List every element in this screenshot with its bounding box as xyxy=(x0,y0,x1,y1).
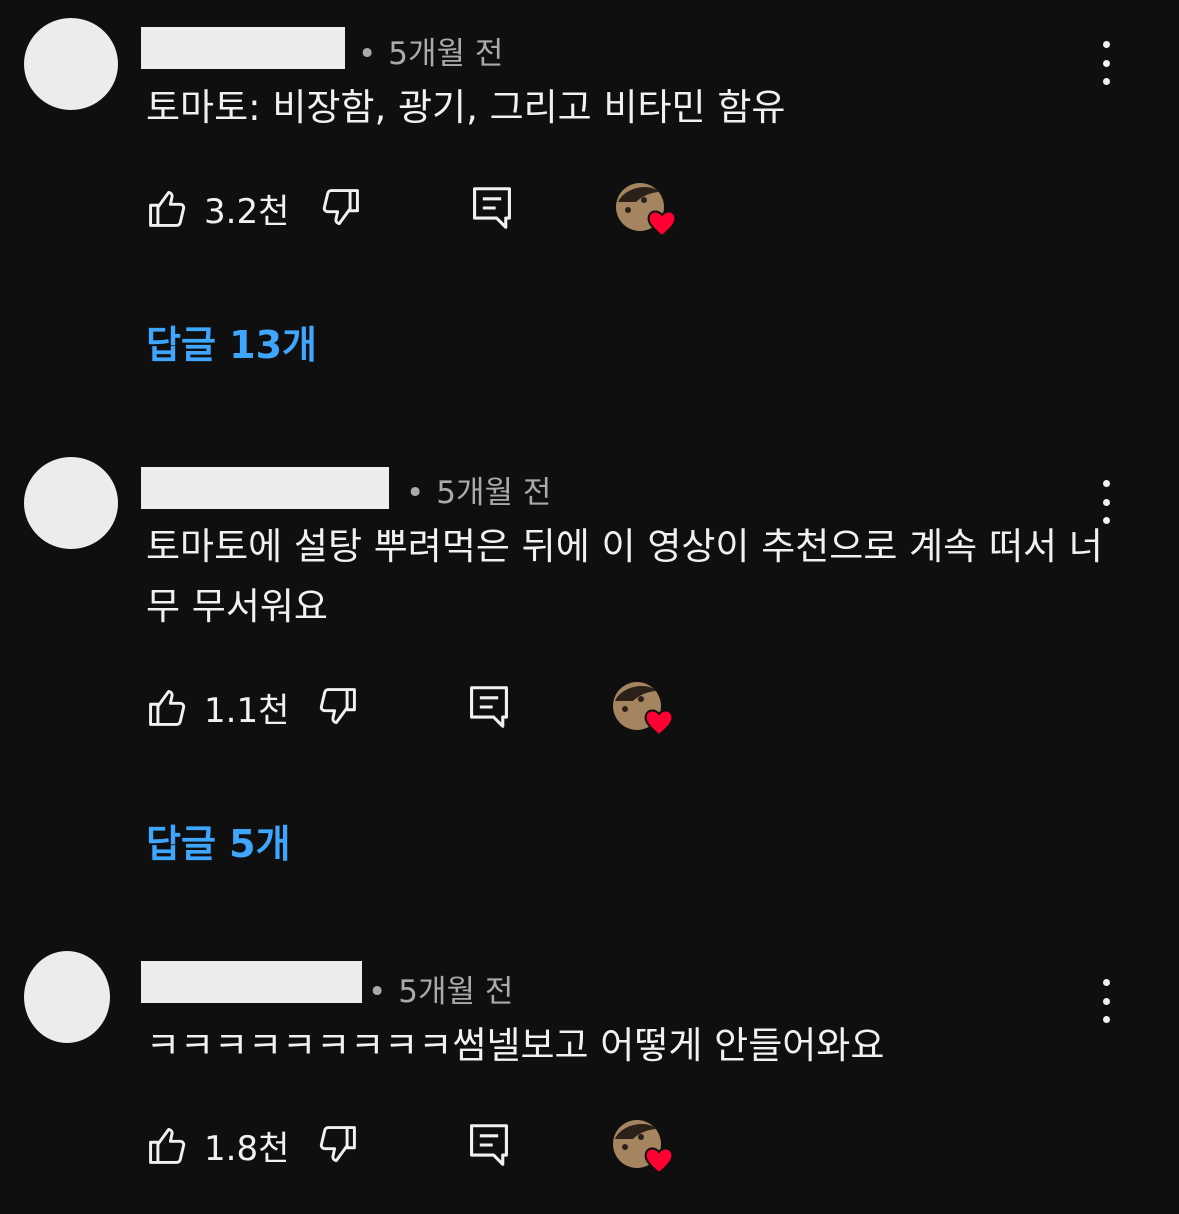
author-name-redacted[interactable] xyxy=(141,27,345,69)
avatar[interactable] xyxy=(24,18,118,110)
author-name-redacted[interactable] xyxy=(141,467,389,509)
thumbs-down-icon xyxy=(322,189,359,226)
comment-text: 토마토: 비장함, 광기, 그리고 비타민 함유 xyxy=(146,86,786,129)
dislike-button[interactable] xyxy=(315,677,359,737)
comment-action-bar: 1.8천 xyxy=(0,1115,1179,1175)
view-replies-link[interactable]: 답글 5개 xyxy=(146,813,291,868)
comment-timestamp[interactable]: • 5개월 전 xyxy=(368,966,513,1011)
reply-icon xyxy=(470,686,508,728)
reply-button[interactable] xyxy=(467,677,511,737)
like-button[interactable]: 3.2천 xyxy=(146,178,289,238)
reply-icon xyxy=(470,1124,508,1166)
like-count: 1.1천 xyxy=(204,690,290,731)
creator-heart-icon xyxy=(613,682,674,737)
creator-heart-icon xyxy=(613,1120,674,1175)
like-button[interactable]: 1.1천 xyxy=(146,677,289,737)
creator-heart-badge[interactable] xyxy=(611,679,677,737)
thumbs-down-icon xyxy=(319,1126,356,1163)
creator-heart-badge[interactable] xyxy=(611,1117,677,1175)
thumbs-up-icon xyxy=(149,190,186,227)
creator-heart-badge[interactable] xyxy=(614,180,680,238)
comment-timestamp[interactable]: • 5개월 전 xyxy=(358,28,503,73)
reply-button[interactable] xyxy=(470,178,514,238)
view-replies-link[interactable]: 답글 13개 xyxy=(146,314,317,369)
thumbs-up-icon xyxy=(149,1127,186,1164)
comment-action-bar: 1.1천 xyxy=(0,677,1179,737)
like-count: 1.8천 xyxy=(204,1128,290,1169)
comment-action-bar: 3.2천 xyxy=(0,178,1179,238)
comment-timestamp[interactable]: • 5개월 전 xyxy=(406,467,551,512)
thumbs-down-icon xyxy=(319,688,356,725)
creator-heart-icon xyxy=(616,183,677,238)
dislike-button[interactable] xyxy=(318,178,362,238)
like-button[interactable]: 1.8천 xyxy=(146,1115,289,1175)
comment-text: ㅋㅋㅋㅋㅋㅋㅋㅋㅋ썸넬보고 어떻게 안들어와요 xyxy=(146,1024,885,1067)
like-count: 3.2천 xyxy=(204,191,290,232)
dislike-button[interactable] xyxy=(315,1115,359,1175)
thumbs-up-icon xyxy=(149,689,186,726)
comment-text: 토마토에 설탕 뿌려먹은 뒤에 이 영상이 추천으로 계속 떠서 너무 무서워요 xyxy=(146,525,1103,628)
avatar[interactable] xyxy=(24,951,110,1043)
avatar[interactable] xyxy=(24,457,118,549)
reply-button[interactable] xyxy=(467,1115,511,1175)
reply-icon xyxy=(473,187,511,229)
author-name-redacted[interactable] xyxy=(141,961,362,1003)
